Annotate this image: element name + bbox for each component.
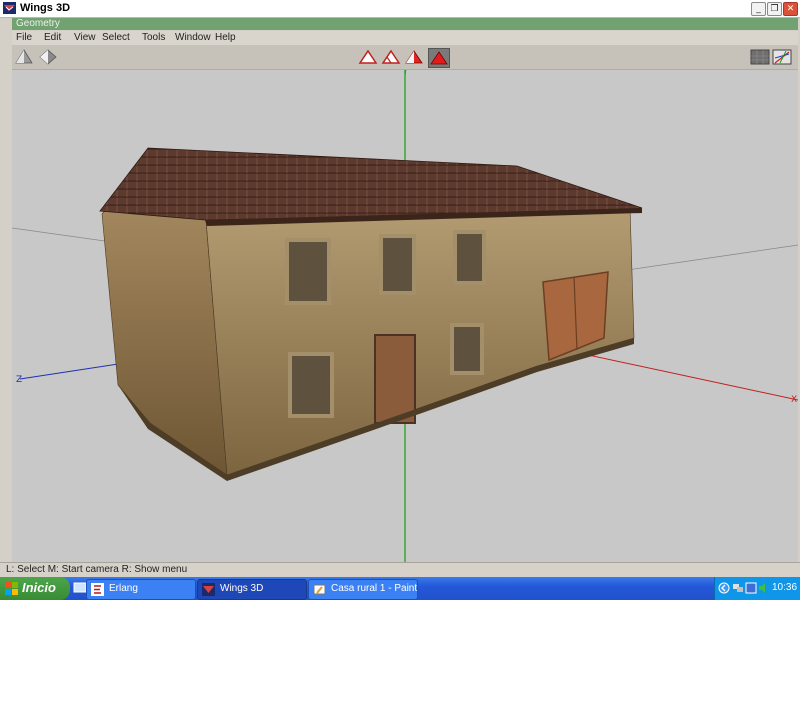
ortho-view-icon[interactable] xyxy=(38,48,58,66)
clock: 10:36 xyxy=(772,582,798,593)
house-window xyxy=(288,352,334,418)
taskbar: Inicio Erlang Wings 3D Casa rural 1 - Pa… xyxy=(0,577,800,600)
perspective-view-icon[interactable] xyxy=(14,48,34,66)
wings3d-window: Wings 3D _ ❐ ✕ Geometry File Edit View S… xyxy=(0,0,800,577)
task-paint[interactable]: Casa rural 1 - Paint xyxy=(308,579,418,600)
title-bar: Wings 3D _ ❐ ✕ xyxy=(0,0,800,18)
window-title: Wings 3D xyxy=(20,2,71,14)
axis-z-label: Z xyxy=(16,375,22,385)
toolbar xyxy=(12,45,798,70)
status-hint: L: Select M: Start camera R: Show menu xyxy=(6,564,188,575)
tray-expand-icon[interactable] xyxy=(718,582,730,594)
security-icon[interactable] xyxy=(745,582,757,594)
task-label: Wings 3D xyxy=(220,583,264,594)
wings3d-icon xyxy=(202,583,215,596)
desktop-icon[interactable] xyxy=(73,581,87,595)
house-window xyxy=(450,323,484,375)
volume-icon[interactable] xyxy=(758,582,770,594)
task-erlang[interactable]: Erlang xyxy=(86,579,196,600)
axis-x-label: X xyxy=(791,395,797,405)
menu-bar: File Edit View Select Tools Window Help xyxy=(12,31,798,45)
geometry-label: Geometry xyxy=(16,18,60,29)
wings3d-app-icon xyxy=(3,2,16,14)
smooth-preview-icon[interactable] xyxy=(750,48,770,66)
minimize-button[interactable]: _ xyxy=(751,2,766,16)
system-tray: 10:36 xyxy=(714,577,800,600)
house-door xyxy=(374,334,416,424)
task-label: Casa rural 1 - Paint xyxy=(331,583,418,594)
face-select-icon[interactable] xyxy=(404,48,424,66)
house-window xyxy=(379,234,416,295)
erlang-icon xyxy=(91,583,104,596)
body-select-icon[interactable] xyxy=(428,48,450,68)
close-button[interactable]: ✕ xyxy=(783,2,798,16)
menu-select[interactable]: Select xyxy=(102,32,130,43)
3d-viewport[interactable]: Y Z X xyxy=(12,70,798,562)
viewport-scene: Y Z X xyxy=(12,70,798,562)
menu-tools[interactable]: Tools xyxy=(142,32,165,43)
axis-y-label: Y xyxy=(402,70,408,76)
vertex-select-icon[interactable] xyxy=(358,48,378,66)
start-button[interactable]: Inicio xyxy=(0,577,70,600)
geometry-window-bar[interactable]: Geometry xyxy=(12,18,798,30)
menu-window[interactable]: Window xyxy=(175,32,211,43)
start-label: Inicio xyxy=(22,580,56,595)
paint-icon xyxy=(313,584,326,595)
house-roof xyxy=(99,147,643,221)
menu-view[interactable]: View xyxy=(74,32,96,43)
menu-help[interactable]: Help xyxy=(215,32,236,43)
menu-file[interactable]: File xyxy=(16,32,32,43)
task-label: Erlang xyxy=(109,583,138,594)
status-bar: L: Select M: Start camera R: Show menu xyxy=(0,562,800,577)
maximize-button[interactable]: ❐ xyxy=(767,2,782,16)
task-wings3d[interactable]: Wings 3D xyxy=(197,579,307,600)
house-window xyxy=(285,238,331,305)
menu-edit[interactable]: Edit xyxy=(44,32,61,43)
network-icon[interactable] xyxy=(732,582,744,594)
edge-select-icon[interactable] xyxy=(381,48,401,66)
axis-toggle-icon[interactable] xyxy=(772,48,792,66)
windows-flag-icon xyxy=(5,582,18,595)
house-window xyxy=(453,230,486,285)
